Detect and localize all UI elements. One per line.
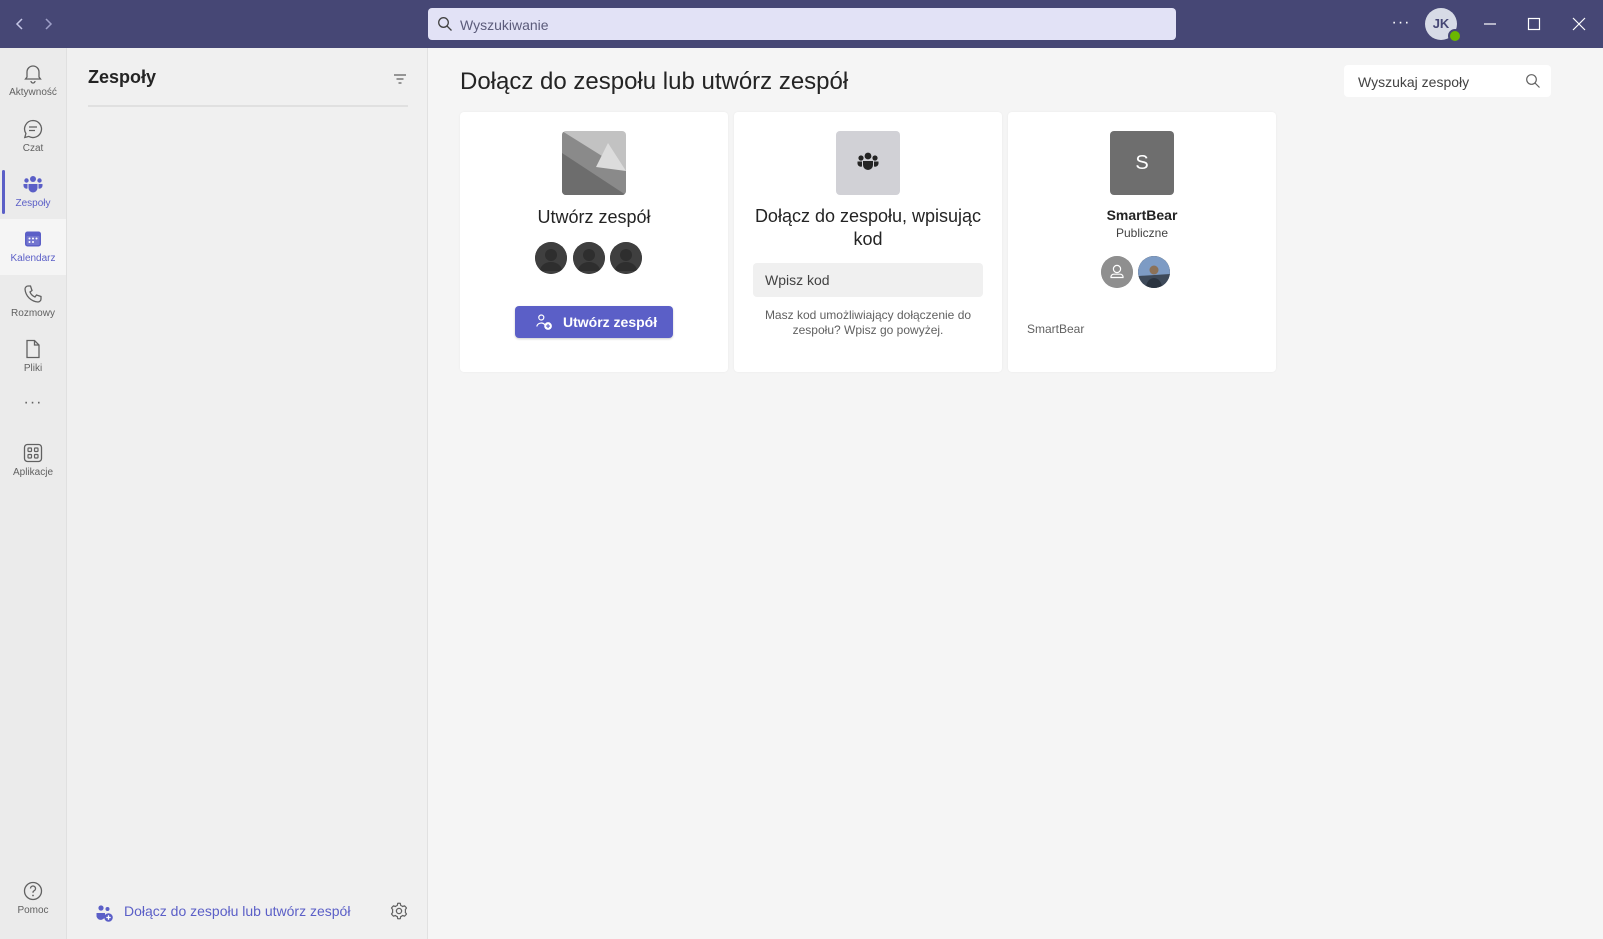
title-bar: ··· JK: [0, 0, 1603, 48]
chevron-left-icon: [15, 18, 23, 30]
rail-item-apps[interactable]: Aplikacje: [0, 433, 66, 489]
team-privacy: Publiczne: [1115, 226, 1169, 240]
rail-item-files[interactable]: Pliki: [0, 329, 66, 385]
join-code-help-text: Masz kod umożliwiający dołączenie do zes…: [764, 308, 972, 337]
apps-icon: [23, 443, 43, 463]
rail-item-chat[interactable]: Czat: [0, 109, 66, 165]
team-avatar: S: [1110, 131, 1174, 195]
chevron-right-icon: [45, 18, 53, 30]
global-search[interactable]: [428, 8, 1176, 42]
rail-more-button[interactable]: ···: [0, 388, 66, 418]
rail-label: Rozmowy: [11, 308, 55, 319]
help-icon: [23, 881, 43, 901]
rail-item-teams[interactable]: Zespoły: [0, 164, 66, 220]
close-button[interactable]: [1563, 8, 1595, 40]
maximize-button[interactable]: [1518, 8, 1550, 40]
bell-icon: [24, 65, 42, 84]
rail-item-calendar[interactable]: Kalendarz: [0, 219, 66, 275]
teams-panel: Zespoły Dołącz do zespołu lub utwórz zes…: [67, 48, 428, 939]
back-button[interactable]: [8, 12, 32, 36]
member-placeholder-avatar: [573, 242, 605, 274]
rail-label: Aktywność: [9, 87, 57, 98]
filter-icon[interactable]: [391, 70, 409, 88]
add-team-icon: [96, 905, 113, 922]
team-search-input[interactable]: [1356, 65, 1520, 99]
gear-icon[interactable]: [389, 901, 409, 921]
maximize-icon: [1527, 17, 1541, 31]
panel-title: Zespoły: [88, 67, 157, 87]
rail-label: Aplikacje: [12, 467, 54, 478]
create-team-card: Utwórz zespół Utwórz zespół: [460, 112, 728, 372]
close-icon: [1572, 17, 1586, 31]
rail-item-activity[interactable]: Aktywność: [0, 53, 66, 109]
app-rail: Aktywność Czat Zespoły Kalendarz Rozmowy…: [0, 48, 67, 939]
chat-icon: [23, 119, 43, 139]
teams-icon: [857, 152, 879, 170]
rail-label: Kalendarz: [10, 253, 56, 264]
join-code-title: Dołącz do zespołu, wpisując kod: [754, 206, 982, 249]
file-icon: [26, 339, 40, 359]
divider: [88, 105, 408, 107]
minimize-icon: [1484, 23, 1496, 25]
more-options-button[interactable]: ···: [1390, 10, 1412, 36]
team-search[interactable]: [1344, 65, 1551, 99]
member-photo-avatar: [1138, 256, 1170, 288]
rail-label: Pliki: [23, 363, 43, 374]
more-icon: ···: [23, 394, 43, 411]
search-icon: [438, 17, 452, 31]
rail-label: Pomoc: [17, 905, 49, 916]
member-placeholder-avatar: [610, 242, 642, 274]
create-team-button-label: Utwórz zespół: [563, 314, 658, 330]
member-avatar: [1101, 256, 1133, 288]
team-code-input[interactable]: [753, 263, 983, 297]
team-card-smartbear[interactable]: S SmartBear Publiczne SmartBear: [1008, 112, 1276, 372]
create-team-image: [562, 131, 626, 195]
member-placeholder-avatar: [535, 242, 567, 274]
join-link-label: Dołącz do zespołu lub utwórz zespół: [124, 903, 351, 919]
global-search-input[interactable]: [458, 8, 1162, 42]
page-title: Dołącz do zespołu lub utwórz zespół: [460, 68, 849, 95]
rail-label: Zespoły: [15, 198, 51, 209]
join-with-code-card: Dołącz do zespołu, wpisując kod Masz kod…: [734, 112, 1002, 372]
create-team-title: Utwórz zespół: [537, 207, 651, 227]
calendar-icon: [25, 231, 41, 247]
phone-icon: [24, 285, 42, 303]
join-code-image: [836, 131, 900, 195]
team-name: SmartBear: [1106, 207, 1178, 223]
teams-icon: [23, 176, 43, 193]
add-team-icon: [536, 314, 552, 330]
rail-item-calls[interactable]: Rozmowy: [0, 274, 66, 330]
person-icon: [1101, 256, 1133, 288]
main-content: Dołącz do zespołu lub utwórz zespół Utwó…: [428, 48, 1603, 939]
create-team-button[interactable]: Utwórz zespół: [515, 306, 673, 338]
presence-available-icon: [1448, 29, 1462, 43]
forward-button[interactable]: [36, 12, 60, 36]
rail-label: Czat: [22, 143, 44, 154]
search-icon: [1526, 74, 1540, 88]
rail-item-help[interactable]: Pomoc: [0, 871, 66, 927]
minimize-button[interactable]: [1474, 8, 1506, 40]
team-footer: SmartBear: [1027, 322, 1085, 336]
